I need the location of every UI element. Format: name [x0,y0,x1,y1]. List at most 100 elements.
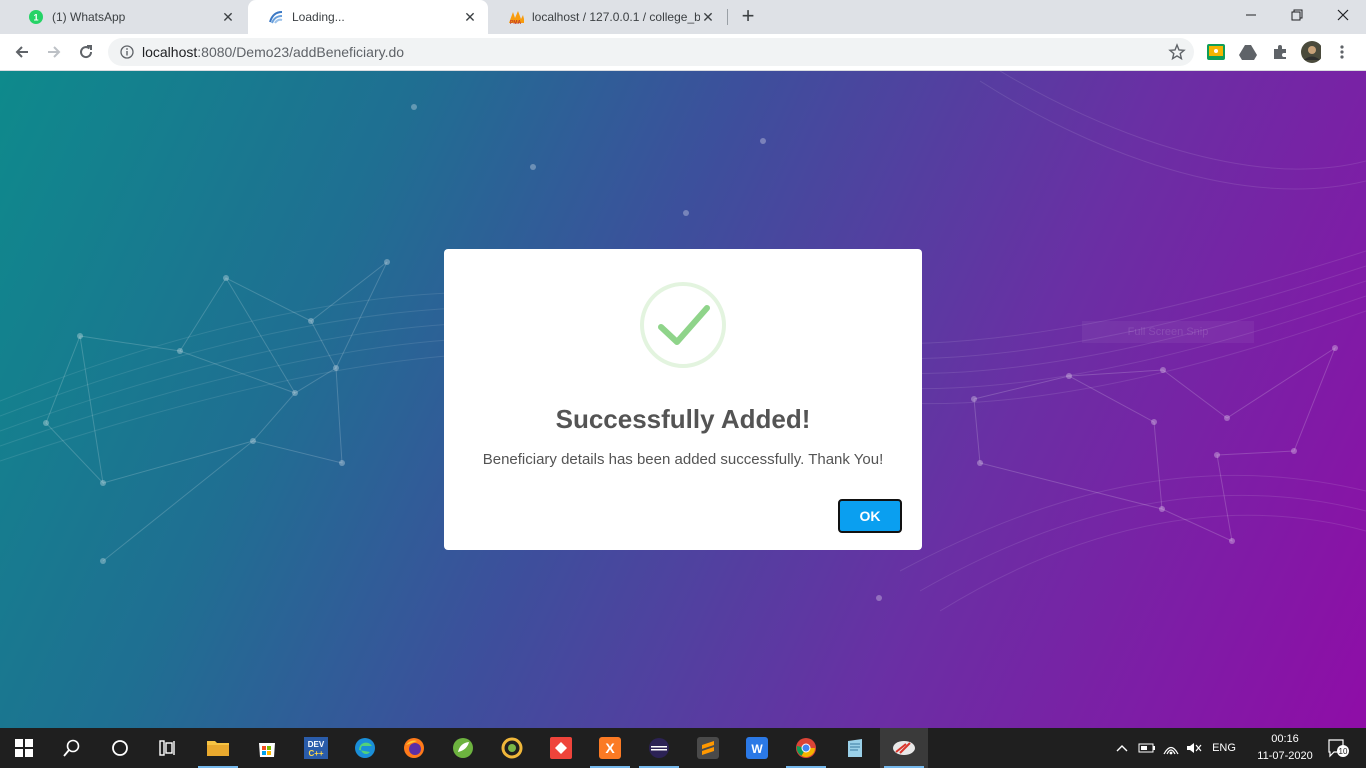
phpmyadmin-icon: PMA [508,9,524,25]
forward-arrow-icon [48,46,61,58]
edge-icon [355,738,375,758]
taskbar-eclipse[interactable] [635,728,683,768]
profile-avatar[interactable] [1301,41,1321,63]
reload-button[interactable] [72,38,100,66]
close-tab-icon[interactable]: ✕ [462,9,478,25]
ghost-snip-label: Full Screen Snip [1082,321,1254,343]
start-button[interactable] [0,728,48,768]
action-center-button[interactable]: 10 [1318,728,1358,768]
loading-icon [268,9,284,25]
network-indicator[interactable] [1160,728,1182,768]
notification-count: 10 [1339,747,1348,756]
sublime-icon [697,737,719,759]
taskbar-store[interactable] [243,728,291,768]
xampp-icon: X [599,737,621,759]
taskbar-file-explorer[interactable] [194,728,242,768]
taskbar-xampp[interactable]: X [586,728,634,768]
windows-taskbar: DEV C++ X W ENG 00:16 11-07-2020 10 [0,728,1366,768]
eclipse-icon [649,738,669,758]
extensions-puzzle-icon[interactable] [1270,42,1290,62]
wifi-icon [1163,746,1179,755]
browser-tab-strip: 1 (1) WhatsApp ✕ Loading... ✕ PMA localh… [0,0,1366,34]
show-hidden-icons[interactable] [1112,728,1132,768]
close-tab-icon[interactable]: ✕ [700,9,716,25]
taskbar-spring[interactable] [439,728,487,768]
minimize-icon [1246,14,1256,16]
clock-time: 00:16 [1271,733,1299,745]
volume-indicator[interactable] [1183,728,1205,768]
new-tab-button[interactable]: + [736,5,760,29]
taskbar-notepad[interactable] [831,728,879,768]
cortana-button[interactable] [96,728,144,768]
file-explorer-icon [207,741,229,756]
svg-text:X: X [605,740,615,756]
cortana-icon [112,740,128,756]
svg-text:W: W [751,742,763,756]
taskbar-search-button[interactable] [48,728,96,768]
google-classroom-icon[interactable] [1206,42,1226,62]
tab-loading[interactable]: Loading... ✕ [248,0,488,34]
taskbar-chrome[interactable] [782,728,830,768]
taskbar-firefox[interactable] [390,728,438,768]
url-path: :8080/Demo23/addBeneficiary.do [197,44,405,60]
svg-text:DEV: DEV [308,740,325,749]
page-content: Full Screen Snip Successfully Added! Ben… [0,71,1366,728]
browser-menu-icon[interactable] [1332,42,1352,62]
close-tab-icon[interactable]: ✕ [220,9,236,25]
dev-cpp-icon: DEVC++ [304,737,328,759]
close-window-button[interactable] [1320,0,1366,30]
taskbar-clock[interactable]: 00:16 11-07-2020 [1254,731,1316,765]
anydesk-snail-icon [501,737,523,759]
taskbar-anydesk[interactable] [537,728,585,768]
whatsapp-badge: 1 [33,13,38,23]
tab-title: (1) WhatsApp [52,10,126,24]
chevron-up-icon [1116,745,1128,752]
taskbar-edge[interactable] [341,728,389,768]
url-host: localhost [142,44,198,60]
reload-icon [80,45,93,59]
back-arrow-icon [15,46,28,58]
restore-icon [1291,9,1303,21]
dialog-message: Beneficiary details has been added succe… [482,451,884,468]
search-icon [63,739,80,757]
taskbar-wps[interactable]: W [733,728,781,768]
address-bar[interactable]: localhost:8080/Demo23/addBeneficiary.do [108,38,1194,66]
anydesk-icon [550,737,572,759]
snipping-tool-icon [893,741,915,755]
bookmark-star-icon[interactable] [1168,43,1186,61]
clock-date: 11-07-2020 [1257,750,1313,762]
notepad-icon [848,739,862,757]
windows-start-icon [15,739,33,757]
battery-icon [1138,743,1155,753]
battery-indicator[interactable] [1136,728,1158,768]
tab-title: Loading... [292,10,345,24]
restore-button[interactable] [1274,0,1320,30]
notification-icon: 10 [1328,739,1349,758]
svg-text:PMA: PMA [510,20,522,25]
spring-icon [453,738,473,758]
whatsapp-icon: 1 [28,9,44,25]
taskbar-snip[interactable] [880,728,928,768]
taskbar-devcpp[interactable]: DEV C++ [292,728,340,768]
firefox-icon [404,738,424,758]
url-text: localhost:8080/Demo23/addBeneficiary.do [142,44,404,60]
minimize-button[interactable] [1228,0,1274,30]
success-dialog: Successfully Added! Beneficiary details … [444,249,922,550]
language-indicator[interactable]: ENG [1206,728,1242,768]
google-drive-icon[interactable] [1238,42,1258,62]
site-info-icon[interactable] [120,45,134,59]
store-icon [259,743,275,757]
task-view-button[interactable] [144,728,192,768]
tab-phpmyadmin[interactable]: PMA localhost / 127.0.0.1 / college_ba ✕ [488,0,726,34]
forward-button[interactable] [40,38,68,66]
taskbar-gear-app[interactable] [488,728,536,768]
dialog-title: Successfully Added! [555,404,811,434]
taskbar-sublime[interactable] [684,728,732,768]
task-view-icon [159,740,175,756]
tab-whatsapp[interactable]: 1 (1) WhatsApp ✕ [8,0,246,34]
close-icon [1337,9,1349,21]
ok-button[interactable]: OK [838,499,902,533]
back-button[interactable] [8,38,36,66]
volume-muted-icon [1187,743,1202,753]
tab-divider [727,9,728,25]
